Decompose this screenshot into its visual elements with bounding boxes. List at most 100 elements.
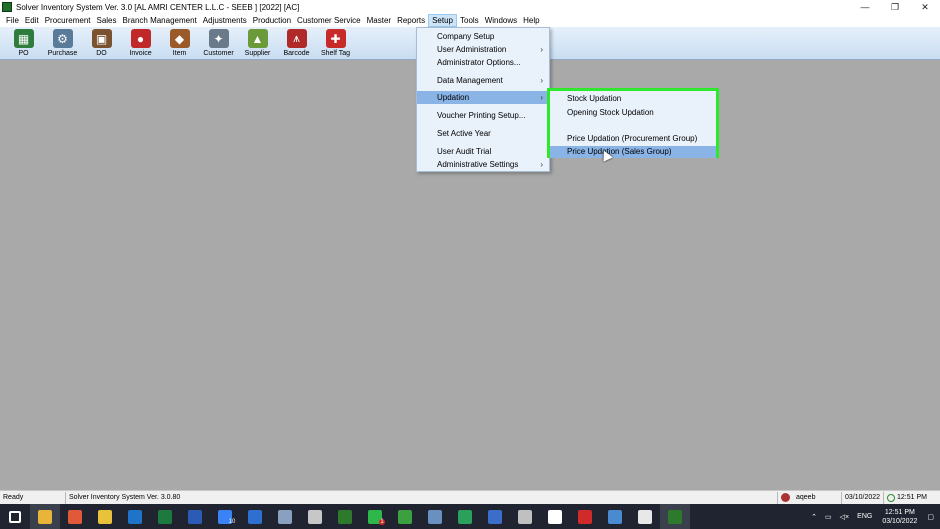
menu-item-label: Administrator Options... <box>437 58 521 67</box>
chevron-up-icon[interactable]: ⌃ <box>807 513 821 521</box>
file-explorer-icon[interactable] <box>30 504 60 529</box>
app-icon[interactable] <box>420 504 450 529</box>
user-icon <box>781 493 790 502</box>
status-version: Solver Inventory System Ver. 3.0.80 <box>66 491 778 504</box>
app-icon[interactable] <box>60 504 90 529</box>
toolbar-invoice-button[interactable]: ● Invoice <box>121 27 160 60</box>
toolbar-label: Barcode <box>283 50 310 57</box>
app-icon[interactable] <box>270 504 300 529</box>
app-icon-glyph <box>248 509 262 524</box>
setup-menu-data-management[interactable]: Data Management › <box>417 74 549 87</box>
setup-menu-company-setup[interactable]: Company Setup <box>417 30 549 43</box>
barcode-icon: ⩚ <box>286 29 307 48</box>
toolbar-item-button[interactable]: ◆ Item <box>160 27 199 60</box>
app-icon[interactable] <box>510 504 540 529</box>
solver-icon-glyph <box>338 509 352 524</box>
menu-file[interactable]: File <box>3 14 22 27</box>
app-icon-glyph <box>428 509 442 524</box>
toolbar-shelf-tag-button[interactable]: ✚ Shelf Tag <box>316 27 355 60</box>
solver-app-icon <box>2 2 12 12</box>
toolbar-label: Item <box>172 50 187 57</box>
do-icon: ▣ <box>91 29 112 48</box>
maximize-button[interactable]: ❐ <box>880 0 910 14</box>
file-explorer-icon-glyph <box>38 509 52 524</box>
menu-customer-service[interactable]: Customer Service <box>294 14 364 27</box>
menu-sales[interactable]: Sales <box>93 14 119 27</box>
taskbar-clock[interactable]: 12:51 PM 03/10/2022 <box>876 508 923 526</box>
word-icon[interactable] <box>180 504 210 529</box>
updation-menu-opening-stock-updation[interactable]: Opening Stock Updation <box>550 107 716 119</box>
acrobat-icon[interactable] <box>570 504 600 529</box>
close-button[interactable]: ✕ <box>910 0 940 14</box>
toolbar-label: Invoice <box>129 50 152 57</box>
setup-menu-set-active-year[interactable]: Set Active Year <box>417 127 549 140</box>
app-icon-glyph <box>488 509 502 524</box>
solver-icon-glyph <box>668 509 682 524</box>
status-time: 12:51 PM <box>884 492 940 504</box>
menu-branch-management[interactable]: Branch Management <box>120 14 200 27</box>
app-icon-glyph <box>548 509 562 524</box>
speaker-icon[interactable]: ◁× <box>836 513 853 521</box>
toolbar-po-button[interactable]: ▦ PO <box>4 27 43 60</box>
menu-item-label: Set Active Year <box>437 129 491 138</box>
menu-item-label: Administrative Settings <box>437 160 519 169</box>
outlook-icon[interactable] <box>120 504 150 529</box>
menu-edit[interactable]: Edit <box>22 14 42 27</box>
solver-icon[interactable] <box>330 504 360 529</box>
menu-item-label: User Audit Trial <box>437 147 492 156</box>
updation-menu-price-updation-procurement-group[interactable]: Price Updation (Procurement Group) <box>550 133 716 145</box>
app-icon[interactable] <box>390 504 420 529</box>
toolbar-label: Supplier <box>244 50 271 57</box>
title-bar: Solver Inventory System Ver. 3.0 [AL AMR… <box>0 0 940 14</box>
chrome-icon[interactable] <box>90 504 120 529</box>
app-icon-glyph <box>638 509 652 524</box>
updation-menu-price-updation-sales-group[interactable]: Price Updation (Sales Group) <box>550 146 716 158</box>
menu-procurement[interactable]: Procurement <box>42 14 94 27</box>
menu-windows[interactable]: Windows <box>482 14 520 27</box>
calculator-icon-glyph <box>308 509 322 524</box>
todo-icon[interactable]: 10 <box>210 504 240 529</box>
app-icon[interactable] <box>540 504 570 529</box>
menu-production[interactable]: Production <box>250 14 294 27</box>
whatsapp-icon[interactable]: 1 <box>360 504 390 529</box>
toolbar-customer-button[interactable]: ✦ Customer <box>199 27 238 60</box>
calculator-icon[interactable] <box>300 504 330 529</box>
toolbar-purchase-button[interactable]: ⚙ Purchase <box>43 27 82 60</box>
setup-dropdown-menu: Company Setup User Administration › Adminis… <box>416 27 550 172</box>
app-icon[interactable] <box>630 504 660 529</box>
network-icon[interactable]: ▭ <box>821 513 836 521</box>
setup-menu-user-audit-trial[interactable]: User Audit Trial <box>417 145 549 158</box>
app-icon[interactable] <box>600 504 630 529</box>
setup-menu-administrative-settings[interactable]: Administrative Settings › <box>417 158 549 171</box>
app-icon-glyph <box>518 509 532 524</box>
toolbar-label: Shelf Tag <box>320 50 351 57</box>
solver-icon[interactable] <box>660 504 690 529</box>
app-icon[interactable] <box>480 504 510 529</box>
setup-menu-voucher-printing-setup[interactable]: Voucher Printing Setup... <box>417 109 549 122</box>
invoice-icon: ● <box>130 29 151 48</box>
menu-master[interactable]: Master <box>364 14 394 27</box>
status-user: aqeeb <box>778 491 842 504</box>
setup-menu-administrator-options[interactable]: Administrator Options... <box>417 56 549 69</box>
notification-icon[interactable]: ▢ <box>923 513 940 521</box>
excel-icon[interactable] <box>150 504 180 529</box>
app-icon[interactable] <box>450 504 480 529</box>
app-icon[interactable] <box>240 504 270 529</box>
setup-menu-updation[interactable]: Updation › <box>417 91 549 104</box>
todo-badge: 10 <box>228 518 236 525</box>
setup-menu-user-administration[interactable]: User Administration › <box>417 43 549 56</box>
menu-setup[interactable]: Setup <box>428 14 457 27</box>
language-indicator[interactable]: ENG <box>853 513 876 520</box>
menu-adjustments[interactable]: Adjustments <box>200 14 250 27</box>
toolbar-do-button[interactable]: ▣ DO <box>82 27 121 60</box>
toolbar-label: DO <box>96 50 107 57</box>
toolbar-barcode-button[interactable]: ⩚ Barcode <box>277 27 316 60</box>
menu-help[interactable]: Help <box>520 14 542 27</box>
updation-menu-stock-updation[interactable]: Stock Updation <box>550 93 716 105</box>
outlook-icon-glyph <box>128 509 142 524</box>
menu-tools[interactable]: Tools <box>457 14 482 27</box>
menu-reports[interactable]: Reports <box>394 14 428 27</box>
toolbar-supplier-button[interactable]: ▲ Supplier <box>238 27 277 60</box>
minimize-button[interactable]: — <box>850 0 880 14</box>
windows-start-icon[interactable] <box>0 504 30 529</box>
